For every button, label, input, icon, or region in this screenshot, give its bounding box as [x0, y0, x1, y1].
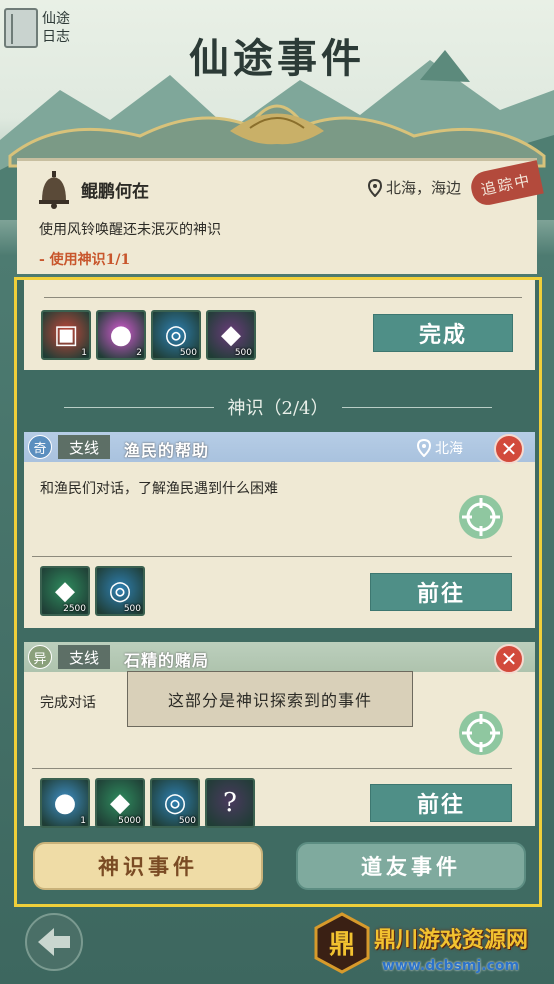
- event-location: 北海: [416, 438, 463, 458]
- divider: [32, 556, 512, 557]
- back-button[interactable]: [18, 910, 90, 974]
- divider: [342, 406, 493, 408]
- event-tag: 支线: [58, 645, 110, 669]
- spirit-events-panel: ▣ 1 ● 2 ◎ 500 ◆ 500 完成 神识（2/4） 奇 支线 渔民的帮助: [14, 277, 542, 907]
- close-icon[interactable]: ✕: [494, 434, 524, 464]
- event-header: 异 支线 石精的赌局 ✕: [24, 642, 535, 674]
- tracked-quest-rewards: ▣ 1 ● 2 ◎ 500 ◆ 500 完成: [24, 280, 535, 370]
- complete-button[interactable]: 完成: [373, 314, 513, 352]
- event-location-text: 北海: [435, 441, 463, 457]
- go-button[interactable]: 前往: [370, 784, 512, 822]
- close-icon[interactable]: ✕: [494, 644, 524, 674]
- event-description: 和渔民们对话，了解渔民遇到什么困难: [40, 481, 278, 497]
- tab-spirit-events[interactable]: 神识事件: [33, 842, 263, 890]
- location-pin-icon: [367, 178, 383, 197]
- crosshair-target-icon[interactable]: [458, 494, 504, 540]
- quest-location: 北海，海边: [367, 177, 461, 198]
- section-title: 神识（2/4）: [227, 398, 329, 419]
- event-header: 奇 支线 渔民的帮助 北海 ✕: [24, 432, 535, 464]
- event-description: 完成对话: [40, 695, 96, 711]
- event-tag: 支线: [58, 435, 110, 459]
- event-title: 石精的赌局: [124, 651, 210, 670]
- watermark-name: 鼎川游戏资源网: [374, 928, 529, 953]
- reward-item[interactable]: ◆ 2500: [40, 566, 90, 616]
- reward-item[interactable]: ◆ 5000: [95, 778, 145, 828]
- go-button[interactable]: 前往: [370, 573, 512, 611]
- explanation-tooltip: 这部分是神识探索到的事件: [127, 671, 413, 727]
- event-type-badge: 异: [28, 645, 52, 669]
- tracked-quest-card[interactable]: 鲲鹏何在 北海，海边 追踪中 使用风铃唤醒还未泯灭的神识 - 使用神识1/1: [17, 158, 544, 274]
- divider: [63, 406, 214, 408]
- page-title: 仙途事件: [189, 35, 365, 82]
- event-type-badge: 奇: [28, 435, 52, 459]
- mystery-question-icon: ?: [223, 788, 237, 818]
- reward-item[interactable]: ◎ 500: [95, 566, 145, 616]
- tab-companion-events[interactable]: 道友事件: [296, 842, 526, 890]
- divider: [44, 297, 522, 298]
- reward-item[interactable]: ◎ 500: [151, 310, 201, 360]
- quest-location-text: 北海，海边: [386, 179, 462, 197]
- location-pin-icon: [416, 439, 432, 457]
- quest-description: 使用风铃唤醒还未泯灭的神识: [39, 222, 221, 238]
- quest-progress: - 使用神识1/1: [39, 252, 131, 268]
- reward-item[interactable]: ● 2: [96, 310, 146, 360]
- divider: [32, 768, 512, 769]
- back-arrow-icon: [25, 913, 83, 971]
- crosshair-target-icon[interactable]: [458, 710, 504, 756]
- bell-icon: [39, 171, 69, 209]
- reward-item[interactable]: ▣ 1: [41, 310, 91, 360]
- watermark-url: www.dcbsmj.com: [382, 958, 520, 974]
- section-header: 神识（2/4）: [17, 392, 539, 422]
- event-card[interactable]: 奇 支线 渔民的帮助 北海 ✕ 和渔民们对话，了解渔民遇到什么困难 ◆ 2500…: [24, 432, 535, 628]
- watermark-logo: 鼎: [314, 912, 370, 974]
- event-card[interactable]: 异 支线 石精的赌局 ✕ 完成对话 ● 1 ◆ 5000 ◎ 500 ? 前往: [24, 642, 535, 828]
- reward-item[interactable]: ● 1: [40, 778, 90, 828]
- reward-item[interactable]: ◆ 500: [206, 310, 256, 360]
- game-screen: 仙途 日志 仙途事件 鲲鹏何在 北海，海边 追踪中 使用风铃唤醒还未泯灭的神识 …: [0, 0, 554, 984]
- tracking-badge: 追踪中: [468, 160, 544, 208]
- reward-item[interactable]: ?: [205, 778, 255, 828]
- svg-text:鼎: 鼎: [329, 930, 355, 960]
- quest-title: 鲲鹏何在: [81, 182, 149, 202]
- reward-item[interactable]: ◎ 500: [150, 778, 200, 828]
- watermark: 鼎 鼎川游戏资源网 www.dcbsmj.com: [312, 910, 554, 984]
- event-title: 渔民的帮助: [124, 441, 210, 460]
